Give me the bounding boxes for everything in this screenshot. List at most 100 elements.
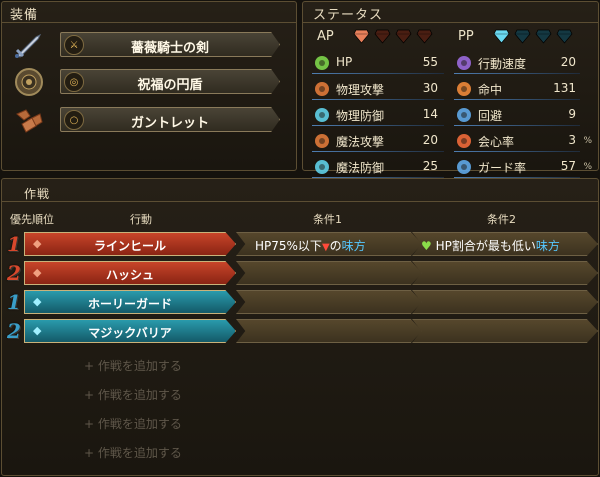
equipment-slot-weapon[interactable]: 薔薇騎士の剣 ⚔ bbox=[12, 30, 280, 60]
stat-row: 会心率 3% bbox=[454, 130, 594, 152]
stat-label: 回避 bbox=[478, 109, 503, 123]
stat-row: 魔法防御 25 bbox=[312, 156, 452, 178]
stat-label: 会心率 bbox=[478, 135, 515, 149]
condition-1-slot[interactable] bbox=[236, 290, 422, 314]
stat-row: HP 55 bbox=[312, 52, 452, 74]
stat-row: 魔法攻撃 20 bbox=[312, 130, 452, 152]
stat-label: ガード率 bbox=[478, 161, 527, 175]
stat-row: 行動速度 20 bbox=[454, 52, 594, 74]
equipment-bar[interactable]: ガントレット bbox=[60, 107, 280, 132]
condition-text: HP75%以下 bbox=[255, 239, 322, 253]
sword-icon bbox=[312, 79, 332, 99]
condition-1-slot[interactable]: HP75%以下▼の味方 bbox=[236, 232, 422, 256]
stat-value: 25 bbox=[422, 159, 438, 173]
heart-icon bbox=[312, 53, 332, 73]
condition-2-slot[interactable] bbox=[412, 319, 598, 343]
tactic-row[interactable]: 1 ◆ ホーリーガード bbox=[2, 289, 598, 316]
action-name: ラインヒール bbox=[93, 239, 166, 253]
stat-value: 30 bbox=[422, 81, 438, 95]
stat-value: 9 bbox=[568, 107, 576, 121]
heart-icon: ♥ bbox=[421, 239, 432, 253]
add-tactic-button[interactable]: + 作戦を追加する bbox=[84, 357, 182, 374]
pp-gem-icon bbox=[493, 29, 510, 44]
tactic-row[interactable]: 2 ◆ マジックバリア bbox=[2, 318, 598, 345]
condition-2-slot[interactable]: ♥ HP割合が最も低い味方 bbox=[412, 232, 598, 256]
equipment-name: 祝福の円盾 bbox=[137, 78, 203, 93]
condition-2-slot[interactable] bbox=[412, 290, 598, 314]
magic-shield-icon bbox=[312, 157, 332, 177]
stat-label: 物理防御 bbox=[336, 109, 385, 123]
plus-icon: + bbox=[84, 417, 95, 431]
equipment-bar[interactable]: 祝福の円盾 bbox=[60, 69, 280, 94]
add-tactic-button[interactable]: + 作戦を追加する bbox=[84, 386, 182, 403]
add-tactic-button[interactable]: + 作戦を追加する bbox=[84, 444, 182, 461]
tactic-row[interactable]: 1 ◆ ラインヒール HP75%以下▼の味方 ♥ HP割合が最も低い味方 bbox=[2, 231, 598, 258]
stat-value: 14 bbox=[422, 107, 438, 121]
ring-slot-icon: ○ bbox=[64, 110, 84, 130]
equipment-slot-shield[interactable]: 祝福の円盾 ◎ bbox=[12, 67, 280, 97]
header-condition-1: 条件1 bbox=[313, 213, 342, 226]
condition-target: 味方 bbox=[535, 239, 560, 253]
stat-value: 131 bbox=[553, 81, 576, 95]
sword-slot-icon: ⚔ bbox=[64, 35, 84, 55]
stat-row: 命中 131 bbox=[454, 78, 594, 100]
stat-label: 行動速度 bbox=[478, 57, 527, 71]
ap-gem-icon bbox=[353, 29, 370, 44]
ap-gauge bbox=[353, 28, 443, 46]
stat-unit: % bbox=[583, 162, 592, 172]
priority-rank: 2 bbox=[7, 319, 21, 343]
stat-value: 3 bbox=[568, 133, 576, 147]
equipment-slot-accessory[interactable]: ガントレット ○ bbox=[12, 105, 280, 135]
pp-gauge bbox=[493, 28, 583, 46]
tactics-title: 作戦 bbox=[24, 187, 51, 201]
speed-icon bbox=[454, 53, 474, 73]
add-tactic-label: 作戦を追加する bbox=[97, 446, 182, 460]
guard-icon bbox=[454, 157, 474, 177]
target-icon bbox=[454, 79, 474, 99]
stat-value: 20 bbox=[560, 55, 576, 69]
tactic-row[interactable]: 2 ◆ ハッシュ bbox=[2, 260, 598, 287]
action-name: マジックバリア bbox=[88, 326, 172, 340]
stat-row: 物理攻撃 30 bbox=[312, 78, 452, 100]
action-button[interactable]: ◆ マジックバリア bbox=[24, 319, 236, 343]
header-action: 行動 bbox=[130, 213, 152, 226]
equipment-name: ガントレット bbox=[130, 116, 209, 131]
stat-label: 魔法防御 bbox=[336, 161, 385, 175]
header-condition-2: 条件2 bbox=[487, 213, 516, 226]
condition-text: HP割合が最も低い bbox=[435, 239, 536, 253]
ap-gem-icon bbox=[395, 29, 412, 44]
add-tactic-label: 作戦を追加する bbox=[97, 417, 182, 431]
add-tactic-button[interactable]: + 作戦を追加する bbox=[84, 415, 182, 432]
action-button[interactable]: ◆ ラインヒール bbox=[24, 232, 236, 256]
plus-icon: + bbox=[84, 388, 95, 402]
action-name: ホーリーガード bbox=[87, 297, 172, 311]
priority-rank: 1 bbox=[7, 232, 21, 256]
action-button[interactable]: ◆ ハッシュ bbox=[24, 261, 236, 285]
condition-2-slot[interactable] bbox=[412, 261, 598, 285]
stat-row: 物理防御 14 bbox=[312, 104, 452, 126]
stat-label: 物理攻撃 bbox=[336, 83, 385, 97]
equipment-name: 薔薇騎士の剣 bbox=[130, 41, 209, 56]
armor-icon bbox=[312, 105, 332, 125]
pp-gem-icon bbox=[556, 29, 573, 44]
add-tactic-label: 作戦を追加する bbox=[97, 359, 182, 373]
action-name: ハッシュ bbox=[105, 268, 154, 282]
stat-row: ガード率 57% bbox=[454, 156, 594, 178]
condition-1-slot[interactable] bbox=[236, 319, 422, 343]
evade-icon bbox=[454, 105, 474, 125]
condition-1-slot[interactable] bbox=[236, 261, 422, 285]
shield-slot-icon: ◎ bbox=[64, 72, 84, 92]
stat-label: HP bbox=[336, 55, 353, 69]
stat-label: 命中 bbox=[478, 83, 503, 97]
stat-value: 20 bbox=[422, 133, 438, 147]
equipment-bar[interactable]: 薔薇騎士の剣 bbox=[60, 32, 280, 57]
pp-gem-icon bbox=[535, 29, 552, 44]
pp-label: PP bbox=[458, 29, 474, 44]
ap-gem-icon bbox=[416, 29, 433, 44]
add-tactic-label: 作戦を追加する bbox=[97, 388, 182, 402]
ap-label: AP bbox=[317, 29, 334, 44]
priority-rank: 1 bbox=[7, 290, 21, 314]
plus-icon: + bbox=[84, 359, 95, 373]
header-priority: 優先順位 bbox=[10, 213, 54, 226]
action-button[interactable]: ◆ ホーリーガード bbox=[24, 290, 236, 314]
